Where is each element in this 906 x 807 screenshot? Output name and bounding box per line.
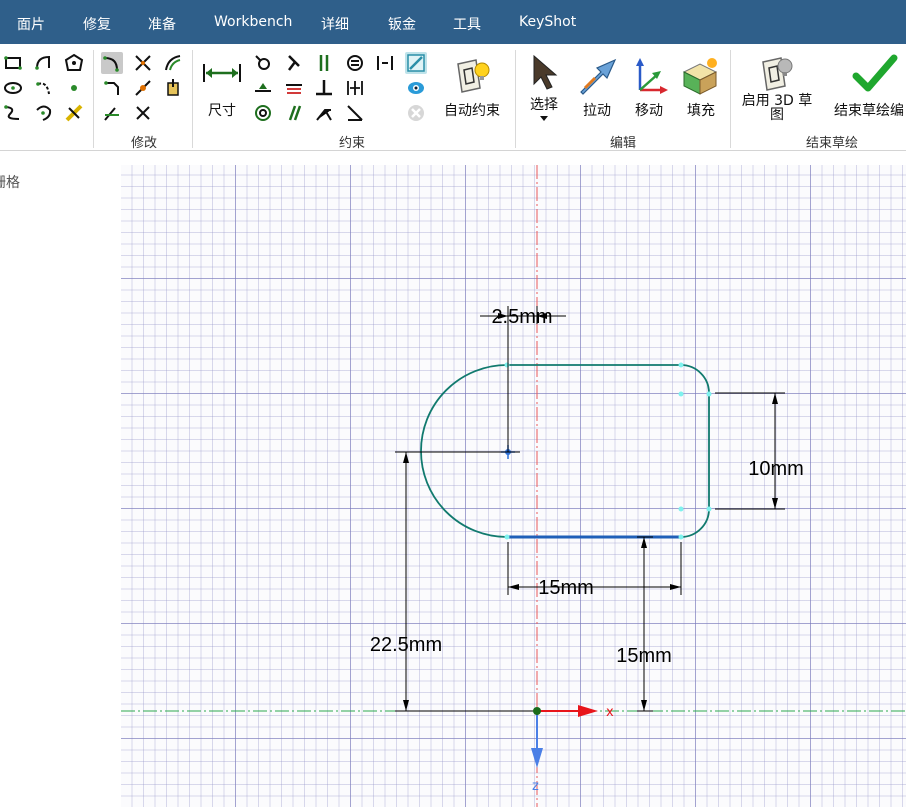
pull-button[interactable] (577, 56, 619, 96)
tab-repair[interactable]: 修复 (83, 14, 111, 34)
group-label-modify: 修改 (130, 136, 158, 151)
tab-facets[interactable]: 面片 (17, 14, 45, 34)
concentric-constraint-icon[interactable] (252, 102, 274, 124)
ribbon-separator (515, 50, 516, 148)
select-label: 选择 (530, 97, 558, 113)
collinear-constraint-icon[interactable] (283, 102, 305, 124)
ribbon-panel: 修改 尺寸 自动约束 约束 选择 拉动 移动 填充 编辑 启用 3D 草图 结束… (0, 44, 906, 151)
enable-3d-sketch-label: 启用 3D 草图 (741, 93, 813, 123)
ribbon-tab-bar: 面片 修复 准备 Workbench 详细 钣金 工具 KeyShot (0, 0, 906, 44)
trim-tool-icon[interactable] (132, 52, 154, 74)
chamfer-tool-icon[interactable] (101, 77, 123, 99)
horizontal-constraint-icon[interactable] (252, 77, 274, 99)
project-curve-icon[interactable] (162, 77, 184, 99)
tab-detail[interactable]: 详细 (321, 14, 349, 34)
perpendicular-constraint-icon[interactable] (313, 77, 335, 99)
auto-constraint-button[interactable] (450, 56, 494, 96)
midpoint-constraint-icon[interactable] (374, 52, 396, 74)
split-curve-icon[interactable] (132, 77, 154, 99)
angle-constraint-icon[interactable] (344, 102, 366, 124)
tab-workbench[interactable]: Workbench (214, 14, 292, 30)
sketch-grid-canvas[interactable] (121, 165, 906, 807)
sweep-arc-icon[interactable] (33, 102, 55, 124)
tangent-arc-icon[interactable] (33, 77, 55, 99)
enable-3d-sketch-icon (762, 57, 793, 91)
move-label: 移动 (635, 103, 663, 119)
finish-sketch-label: 结束草绘编 (834, 103, 904, 119)
structure-panel (0, 151, 121, 807)
ellipse-tool-icon[interactable] (2, 77, 24, 99)
spline-tool-icon[interactable] (2, 102, 24, 124)
grid-label: 栅格 (0, 175, 20, 191)
parallel-constraint-icon[interactable] (313, 52, 335, 74)
fill-icon (682, 58, 718, 95)
fix-constraint-icon[interactable] (283, 52, 305, 74)
group-label-constraint: 约束 (338, 136, 366, 151)
point-tool-icon[interactable] (63, 77, 85, 99)
show-constraints-eye-icon[interactable] (405, 77, 427, 99)
corner-tool-icon[interactable] (101, 52, 123, 74)
face-curve-icon[interactable] (63, 102, 85, 124)
delete-constraint-icon[interactable] (405, 102, 427, 124)
select-dropdown-caret-icon[interactable] (540, 116, 548, 121)
move-button[interactable] (628, 56, 670, 96)
checkmark-icon (852, 54, 898, 92)
tab-sheet-metal[interactable]: 钣金 (388, 14, 416, 34)
tangent-constraint-icon[interactable] (313, 102, 335, 124)
delete-curve-icon[interactable] (132, 102, 154, 124)
zoom-constraint-icon[interactable] (252, 52, 274, 74)
move-axes-icon (636, 58, 668, 94)
rectangle-tool-icon[interactable] (2, 52, 24, 74)
finish-sketch-button[interactable] (852, 52, 898, 96)
select-arrow-icon (533, 54, 558, 90)
equal-constraint-icon[interactable] (344, 52, 366, 74)
ribbon-separator (730, 50, 731, 148)
fill-label: 填充 (687, 103, 715, 119)
tab-keyshot[interactable]: KeyShot (519, 14, 576, 30)
ribbon-separator (192, 50, 193, 148)
group-label-finish-sketch: 结束草绘 (805, 136, 859, 151)
enable-3d-sketch-button[interactable] (757, 54, 797, 94)
tab-prepare[interactable]: 准备 (148, 14, 176, 34)
arc-tool-icon[interactable] (33, 52, 55, 74)
coincident-constraint-icon[interactable] (283, 77, 305, 99)
display-constraints-icon[interactable] (405, 52, 427, 74)
dimension-button[interactable] (200, 62, 244, 132)
select-button[interactable] (526, 52, 562, 92)
pull-icon (580, 58, 617, 95)
pull-label: 拉动 (583, 103, 611, 119)
dimension-icon (203, 64, 241, 82)
ribbon-separator (93, 50, 94, 148)
auto-constraint-label: 自动约束 (444, 103, 500, 119)
extend-curve-icon[interactable] (101, 102, 123, 124)
tab-tools[interactable]: 工具 (453, 14, 481, 34)
fill-button[interactable] (680, 56, 722, 96)
symmetric-constraint-icon[interactable] (344, 77, 366, 99)
polygon-tool-icon[interactable] (63, 52, 85, 74)
auto-constraint-icon (457, 59, 490, 93)
group-label-edit: 编辑 (609, 136, 637, 151)
offset-curve-icon[interactable] (162, 52, 184, 74)
dimension-label: 尺寸 (208, 103, 236, 119)
